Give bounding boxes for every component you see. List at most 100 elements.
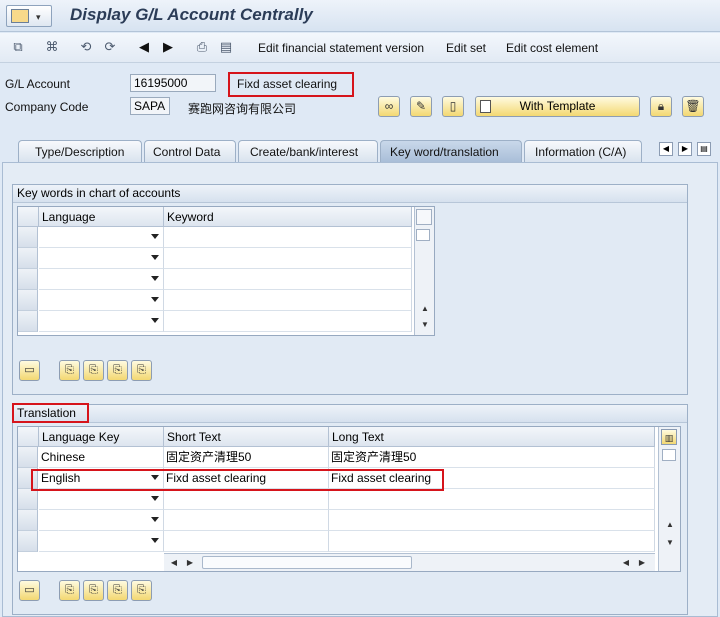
- delete-row-button[interactable]: ▭: [19, 580, 40, 601]
- insert-row-button[interactable]: ⎘: [59, 360, 80, 381]
- tab-list-button[interactable]: ▤: [697, 142, 711, 156]
- with-template-button[interactable]: With Template: [475, 96, 640, 117]
- select-all-header[interactable]: [18, 207, 39, 227]
- edit-set-button[interactable]: Edit set: [446, 41, 486, 55]
- keyword-cell[interactable]: [164, 248, 412, 269]
- horizontal-scroll-thumb[interactable]: [202, 556, 412, 569]
- scroll-up-icon[interactable]: ▲: [662, 517, 678, 533]
- short-text-cell[interactable]: 固定资产清理50: [164, 447, 329, 468]
- edit-pencil-button[interactable]: ✎: [410, 96, 432, 117]
- row-selector[interactable]: [18, 510, 38, 531]
- scroll-right-small-icon[interactable]: ▶: [182, 555, 198, 571]
- deselect-button[interactable]: ⎘: [131, 360, 152, 381]
- display-glasses-button[interactable]: ∞: [378, 96, 400, 117]
- language-cell[interactable]: [39, 311, 164, 332]
- table-settings-icon[interactable]: [416, 209, 432, 225]
- column-config-icon[interactable]: ▥: [661, 429, 677, 445]
- language-key-cell[interactable]: Chinese: [39, 447, 164, 468]
- system-menu-button[interactable]: ▾: [6, 5, 52, 27]
- language-cell[interactable]: [39, 248, 164, 269]
- other-object-icon[interactable]: ⧉: [10, 39, 26, 55]
- copy-row-button[interactable]: ⎘: [83, 360, 104, 381]
- display-change-icon[interactable]: ⟲: [78, 39, 94, 55]
- next-icon[interactable]: ▶: [160, 39, 176, 55]
- copy-row-button[interactable]: ⎘: [83, 580, 104, 601]
- dropdown-arrow-icon[interactable]: [151, 538, 159, 543]
- dropdown-arrow-icon[interactable]: [151, 297, 159, 302]
- translation-table: Language Key Short Text Long Text Chines…: [17, 426, 681, 572]
- vertical-scrollbar[interactable]: ▲ ▼: [414, 207, 434, 335]
- lock-button[interactable]: 🔒︎: [650, 96, 672, 117]
- dropdown-arrow-icon[interactable]: [151, 517, 159, 522]
- keyword-cell[interactable]: [164, 269, 412, 290]
- refresh-icon[interactable]: ⟳: [102, 39, 118, 55]
- horizontal-scrollbar[interactable]: ◀ ▶ ◀ ▶: [164, 553, 655, 571]
- scroll-right-icon[interactable]: ▶: [634, 555, 650, 571]
- tab-scroll-right[interactable]: ▶: [678, 142, 692, 156]
- row-selector[interactable]: [18, 290, 38, 311]
- print-icon[interactable]: ⎙: [194, 39, 210, 55]
- scroll-thumb[interactable]: [662, 449, 676, 461]
- scroll-left-end-icon[interactable]: ◀: [618, 555, 634, 571]
- language-key-cell[interactable]: [39, 531, 164, 552]
- company-code-label: Company Code: [5, 100, 89, 114]
- language-key-cell[interactable]: [39, 510, 164, 531]
- insert-row-button[interactable]: ⎘: [59, 580, 80, 601]
- previous-icon[interactable]: ◀: [136, 39, 152, 55]
- tab-control-data[interactable]: Control Data: [144, 140, 236, 162]
- keyword-cell[interactable]: [164, 290, 412, 311]
- edit-cost-element-button[interactable]: Edit cost element: [506, 41, 598, 55]
- row-selector[interactable]: [18, 531, 38, 552]
- select-block-button[interactable]: ⎘: [107, 360, 128, 381]
- keyword-cell[interactable]: [164, 227, 412, 248]
- dropdown-arrow-icon[interactable]: [151, 234, 159, 239]
- scroll-thumb[interactable]: [416, 229, 430, 241]
- delete-row-button[interactable]: ▭: [19, 360, 40, 381]
- create-button[interactable]: ▯: [442, 96, 464, 117]
- scroll-down-icon[interactable]: ▼: [417, 317, 433, 333]
- tab-scroll-left[interactable]: ◀: [659, 142, 673, 156]
- menu-icon: [11, 9, 29, 23]
- select-block-button[interactable]: ⎘: [107, 580, 128, 601]
- dropdown-arrow-icon[interactable]: [151, 318, 159, 323]
- row-selector[interactable]: [18, 311, 38, 332]
- long-text-cell[interactable]: [329, 531, 655, 552]
- select-all-header[interactable]: [18, 427, 39, 447]
- tab-information-ca[interactable]: Information (C/A): [524, 140, 642, 162]
- edit-fs-version-button[interactable]: Edit financial statement version: [258, 41, 424, 55]
- tab-type-description[interactable]: Type/Description: [18, 140, 142, 162]
- language-cell[interactable]: [39, 227, 164, 248]
- deselect-button[interactable]: ⎘: [131, 580, 152, 601]
- row-selector[interactable]: [18, 489, 38, 510]
- hierarchy-icon[interactable]: ⌘: [44, 39, 60, 55]
- long-text-cell[interactable]: [329, 510, 655, 531]
- row-selector[interactable]: [18, 248, 38, 269]
- long-text-cell[interactable]: [329, 489, 655, 510]
- scroll-up-icon[interactable]: ▲: [417, 301, 433, 317]
- gl-account-field[interactable]: 16195000: [130, 74, 216, 92]
- language-key-cell[interactable]: [39, 489, 164, 510]
- keyword-cell[interactable]: [164, 311, 412, 332]
- long-text-cell[interactable]: 固定资产清理50: [329, 447, 655, 468]
- row-selector[interactable]: [18, 447, 38, 468]
- dropdown-arrow-icon[interactable]: [151, 276, 159, 281]
- short-text-cell[interactable]: [164, 531, 329, 552]
- scroll-down-icon[interactable]: ▼: [662, 535, 678, 551]
- short-text-cell[interactable]: [164, 489, 329, 510]
- row-selector[interactable]: [18, 269, 38, 290]
- translation-group-title: Translation: [13, 405, 687, 423]
- dropdown-arrow-icon[interactable]: [151, 255, 159, 260]
- document-icon[interactable]: ▤: [218, 39, 234, 55]
- dropdown-arrow-icon[interactable]: [151, 496, 159, 501]
- application-toolbar: ⧉ ⌘ ⟲ ⟳ ◀ ▶ ⎙ ▤ Edit financial statement…: [0, 33, 720, 63]
- row-selector[interactable]: [18, 227, 38, 248]
- tab-key-word-translation[interactable]: Key word/translation: [380, 140, 522, 162]
- language-cell[interactable]: [39, 290, 164, 311]
- delete-button[interactable]: 🗑︎: [682, 96, 704, 117]
- tab-create-bank-interest[interactable]: Create/bank/interest: [238, 140, 378, 162]
- language-cell[interactable]: [39, 269, 164, 290]
- vertical-scrollbar[interactable]: ▥ ▲ ▼: [658, 427, 680, 571]
- short-text-cell[interactable]: [164, 510, 329, 531]
- scroll-left-icon[interactable]: ◀: [166, 555, 182, 571]
- company-code-field[interactable]: SAPA: [130, 97, 170, 115]
